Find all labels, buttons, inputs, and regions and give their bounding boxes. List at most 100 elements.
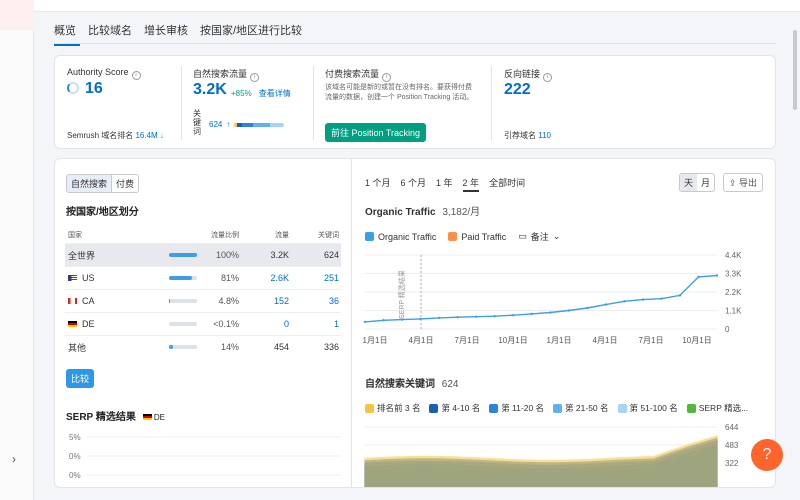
y-tick-label: 3.3K [725,270,742,279]
x-tick-label: 1月1日 [547,336,572,345]
country-name[interactable]: 其他 [68,341,86,354]
organic-traffic-point [530,312,533,316]
keywords-chart: 644 483 322 [364,423,739,487]
organic-traffic-point [419,317,422,321]
de-flag-icon [68,321,77,327]
info-icon[interactable]: i [543,73,553,82]
table-row[interactable]: US 81% 2.6K 251 [65,266,341,289]
x-tick-label: 1月1日 [363,336,388,345]
keywords-count[interactable]: 36 [289,296,339,306]
legend-21-50[interactable]: 第 21-50 名 [565,402,608,414]
keywords-count: 336 [323,342,339,352]
info-icon[interactable]: i [131,71,141,80]
chevron-down-icon[interactable]: ⌄ [553,231,561,242]
rail-band [0,0,34,30]
table-row[interactable]: 其他 14% 454 336 [65,335,341,358]
rank-value[interactable]: 16.4M [135,131,157,140]
keywords-count[interactable]: 1 [289,319,339,329]
share-bar [169,322,197,326]
traffic-value[interactable]: 2.6K [239,273,289,283]
traffic-value[interactable]: 152 [239,296,289,306]
legend-51-100[interactable]: 第 51-100 名 [630,402,678,414]
compare-button[interactable]: 比较 [66,369,95,388]
traffic-value: 3.2K [270,250,289,260]
table-row[interactable]: 全世界 100% 3.2K 624 [65,243,341,266]
traffic-value[interactable]: 0 [239,319,289,329]
export-button[interactable]: ⇪ 导出 [723,173,764,192]
notes-icon: ▭ [518,231,527,241]
organic-metric: 自然搜索流量 i 3.2K +85% 查看详情 关键词 624 ↑ [193,56,309,150]
keyword-distribution-bar [234,122,285,127]
help-button[interactable]: ? [751,439,783,471]
range-1m[interactable]: 1 个月 [365,176,391,192]
organic-traffic-point [567,309,570,312]
checkbox-icon[interactable] [448,232,458,241]
scrollbar[interactable] [793,30,797,110]
range-6m[interactable]: 6 个月 [401,176,427,192]
y-tick-label: 0 [725,325,730,334]
legend-notes[interactable]: 备注 [531,230,549,243]
country-name[interactable]: US [82,273,95,283]
organic-traffic-point [623,300,626,303]
checkbox-icon[interactable] [429,403,439,413]
serp-tick: 0% [69,452,81,461]
country-name[interactable]: CA [82,296,95,306]
legend-4-10[interactable]: 第 4-10 名 [441,402,480,414]
referring-domains-value[interactable]: 110 [538,131,551,140]
info-icon[interactable]: i [250,73,260,82]
granularity-day[interactable]: 天 [680,174,698,191]
paid-metric: 付费搜索流量 i 该域名可能是新的或暂在没有排名。要获得付费流量的数据，创建一个 … [325,56,485,150]
legend-paid[interactable]: Paid Traffic [461,232,506,242]
legend-organic[interactable]: Organic Traffic [378,232,436,242]
y-tick-label: 2.2K [725,288,742,297]
chevron-right-icon[interactable]: › [12,452,16,466]
organic-traffic-chart: 4.4K 3.3K 2.2K 1.1K 0 SERP 精选结果 1月1日 4月1日 7月1日 10… [363,251,743,345]
range-1y[interactable]: 1 年 [436,176,453,192]
details-link[interactable]: 查看详情 [259,89,291,98]
traffic-share: <0.1% [213,319,239,329]
traffic-share: 81% [220,273,239,283]
range-all[interactable]: 全部时间 [489,176,525,192]
backlinks-metric: 反向链接 i 222 引荐域名 110 [504,56,624,150]
authority-value: 16 [67,80,103,98]
organic-traffic-point [678,294,682,297]
search-type-toggle: 自然搜索 付费 [66,174,140,193]
checkbox-icon[interactable] [365,403,374,413]
keywords-value[interactable]: 624 [209,120,222,129]
organic-traffic-point [604,303,608,306]
country-name[interactable]: DE [82,319,95,329]
checkbox-icon[interactable] [617,403,627,413]
export-icon: ⇪ [729,178,740,188]
organic-title: 自然搜索流量 [193,69,248,79]
toggle-paid[interactable]: 付费 [112,175,138,192]
legend-11-20[interactable]: 第 11-20 名 [501,402,544,414]
table-row[interactable]: DE <0.1% 0 1 [65,312,341,335]
tabs-divider [54,43,776,44]
checkbox-icon[interactable] [553,403,563,413]
organic-traffic-point [660,297,663,300]
organic-traffic-point [456,316,459,319]
range-2y[interactable]: 2 年 [462,176,480,192]
serp-features-title: SERP 精选结果 [66,412,136,423]
table-row[interactable]: CA 4.8% 152 36 [65,289,341,312]
organic-traffic-point [400,318,404,321]
toggle-organic[interactable]: 自然搜索 [67,175,113,192]
country-section-title: 按国家/地区划分 [66,207,139,218]
position-tracking-button[interactable]: 前往 Position Tracking [325,123,427,142]
backlinks-value[interactable]: 222 [504,81,531,99]
x-tick-label: 4月1日 [409,336,434,345]
traffic-chart-value: 3,182/月 [442,207,481,218]
up-arrow-icon: ↑ [226,120,231,129]
granularity-month[interactable]: 月 [697,174,714,191]
keywords-count[interactable]: 251 [289,273,339,283]
authority-ring-icon [67,82,79,94]
legend-serp[interactable]: SERP 精选... [699,402,748,414]
organic-traffic-point [512,314,515,317]
checkbox-icon[interactable] [489,403,499,413]
authority-metric: Authority Score i 16 Semrush 域名排名 16.4M ↓ [67,56,177,150]
legend-top3[interactable]: 排名前 3 名 [377,402,420,414]
checkbox-icon[interactable] [365,232,374,241]
info-icon[interactable]: i [382,73,392,82]
checkbox-icon[interactable] [686,403,696,413]
ca-flag-icon [68,298,77,304]
